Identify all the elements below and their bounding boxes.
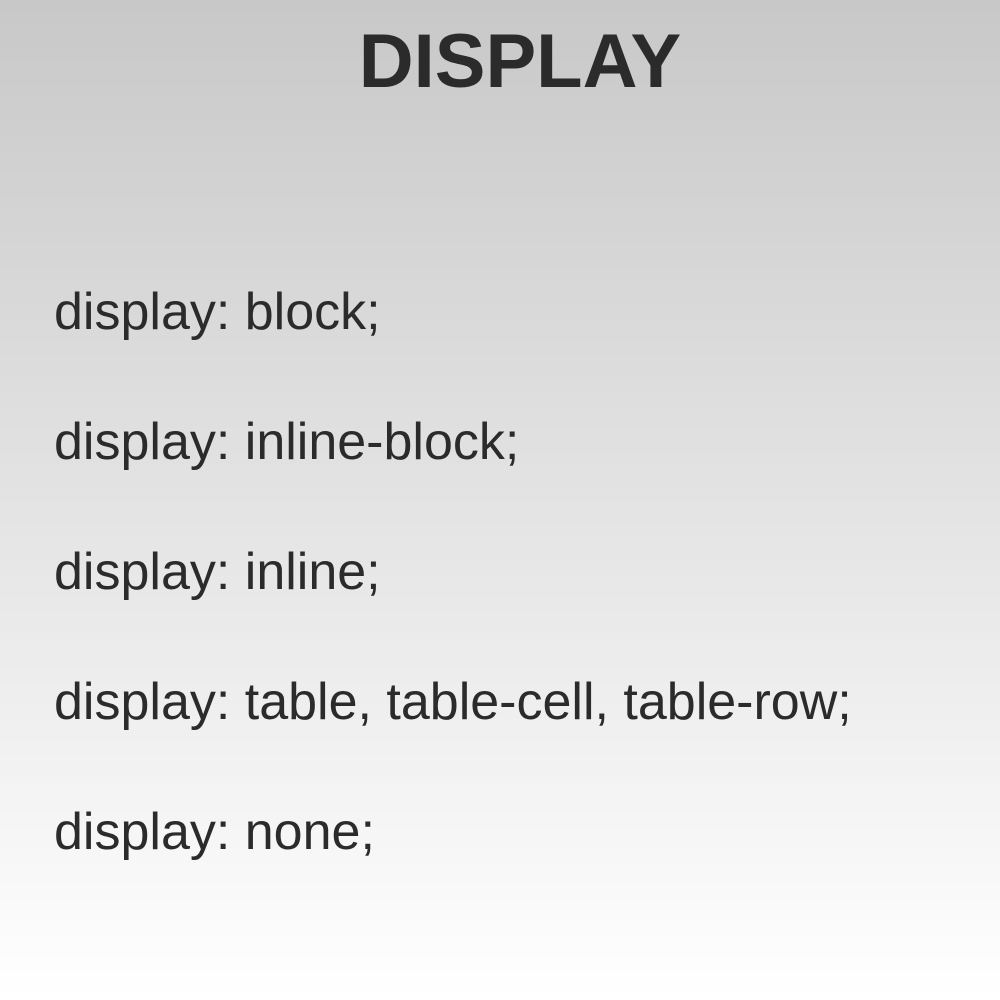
list-item: display: table, table-cell, table-row; (54, 673, 852, 731)
list-item: display: none; (54, 803, 375, 861)
list-item: display: block; (54, 283, 381, 341)
display-values-list: display: block; display: inline-block; d… (54, 282, 852, 932)
slide: DISPLAY display: block; display: inline-… (0, 0, 1000, 1000)
list-item: display: inline-block; (54, 413, 520, 471)
list-item: display: inline; (54, 543, 381, 601)
slide-title: DISPLAY (358, 19, 682, 104)
